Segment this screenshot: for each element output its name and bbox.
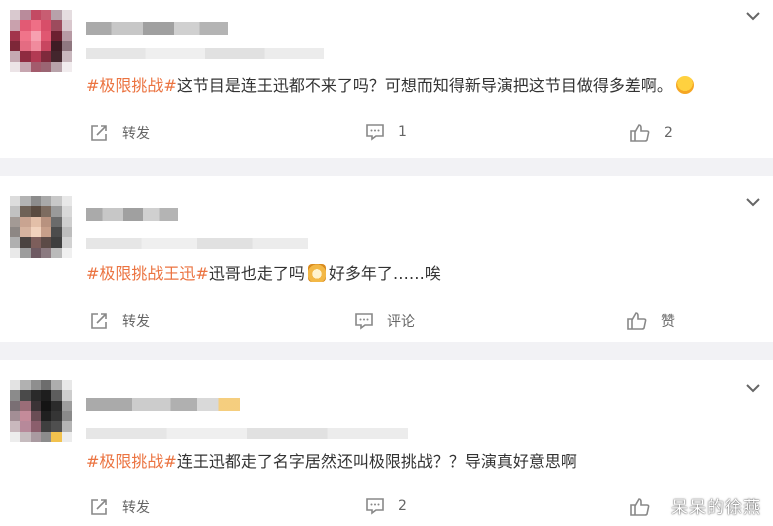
post-separator	[0, 158, 773, 176]
thumbs-up-icon	[630, 498, 650, 516]
post-3: #极限挑战#连王迅都走了名字居然还叫极限挑战？？导演真好意思啊 转发 2	[0, 360, 773, 526]
comment-icon	[355, 313, 373, 330]
chevron-down-icon[interactable]	[743, 192, 763, 212]
dog-emoji-icon	[307, 264, 326, 282]
thumbs-up-icon	[630, 124, 650, 142]
post-content: #极限挑战#连王迅都走了名字居然还叫极限挑战？？导演真好意思啊	[86, 451, 577, 473]
post-content: #极限挑战#这节目是连王迅都不来了吗？可想而知得新导演把这节目做得多差啊。	[86, 75, 697, 97]
post-text-continued: 好多年了……唉	[328, 264, 441, 283]
username[interactable]	[86, 208, 178, 221]
post-text: 迅哥也走了吗	[208, 264, 305, 283]
comment-button[interactable]: 2	[366, 497, 407, 515]
comment-icon	[366, 498, 384, 515]
post-text: 这节目是连王迅都不来了吗？可想而知得新导演把这节目做得多差啊。	[176, 76, 673, 95]
thumbs-up-icon	[627, 312, 647, 330]
post-2: #极限挑战王迅#迅哥也走了吗 好多年了……唉 转发 评论 赞	[0, 176, 773, 342]
post-meta	[86, 238, 308, 249]
repost-button[interactable]: 转发	[90, 497, 150, 517]
comment-button[interactable]: 1	[366, 123, 407, 141]
post-separator	[0, 342, 773, 360]
repost-button[interactable]: 转发	[90, 123, 150, 143]
repost-label: 转发	[122, 500, 150, 516]
repost-icon	[91, 125, 107, 141]
post-meta	[86, 48, 324, 59]
like-label: 赞	[661, 314, 675, 330]
comment-count: 1	[398, 124, 407, 140]
hug-emoji-icon	[675, 76, 694, 94]
post-meta	[86, 428, 408, 439]
hashtag-link[interactable]: #极限挑战王迅#	[86, 264, 209, 283]
like-button[interactable]: 2	[630, 123, 673, 143]
post-text: 连王迅都走了名字居然还叫极限挑战？？导演真好意思啊	[176, 452, 577, 471]
like-button[interactable]	[630, 497, 664, 517]
comment-label: 评论	[387, 314, 415, 330]
hashtag-link[interactable]: #极限挑战#	[86, 452, 177, 471]
chevron-down-icon[interactable]	[743, 6, 763, 26]
comment-icon	[366, 124, 384, 141]
repost-icon	[91, 499, 107, 515]
avatar[interactable]	[10, 196, 72, 258]
repost-button[interactable]: 转发	[90, 311, 150, 331]
username[interactable]	[86, 398, 240, 411]
chevron-down-icon[interactable]	[743, 378, 763, 398]
like-count: 2	[664, 125, 673, 141]
avatar[interactable]	[10, 10, 72, 72]
comment-button[interactable]: 评论	[355, 311, 415, 331]
username[interactable]	[86, 22, 228, 35]
repost-label: 转发	[122, 126, 150, 142]
post-1: #极限挑战#这节目是连王迅都不来了吗？可想而知得新导演把这节目做得多差啊。 转发…	[0, 0, 773, 158]
like-button[interactable]: 赞	[627, 311, 675, 331]
comment-count: 2	[398, 498, 407, 514]
hashtag-link[interactable]: #极限挑战#	[86, 76, 177, 95]
repost-icon	[91, 313, 107, 329]
watermark: 呆呆的徐燕	[671, 498, 761, 518]
post-content: #极限挑战王迅#迅哥也走了吗 好多年了……唉	[86, 263, 441, 285]
avatar[interactable]	[10, 380, 72, 442]
repost-label: 转发	[122, 314, 150, 330]
